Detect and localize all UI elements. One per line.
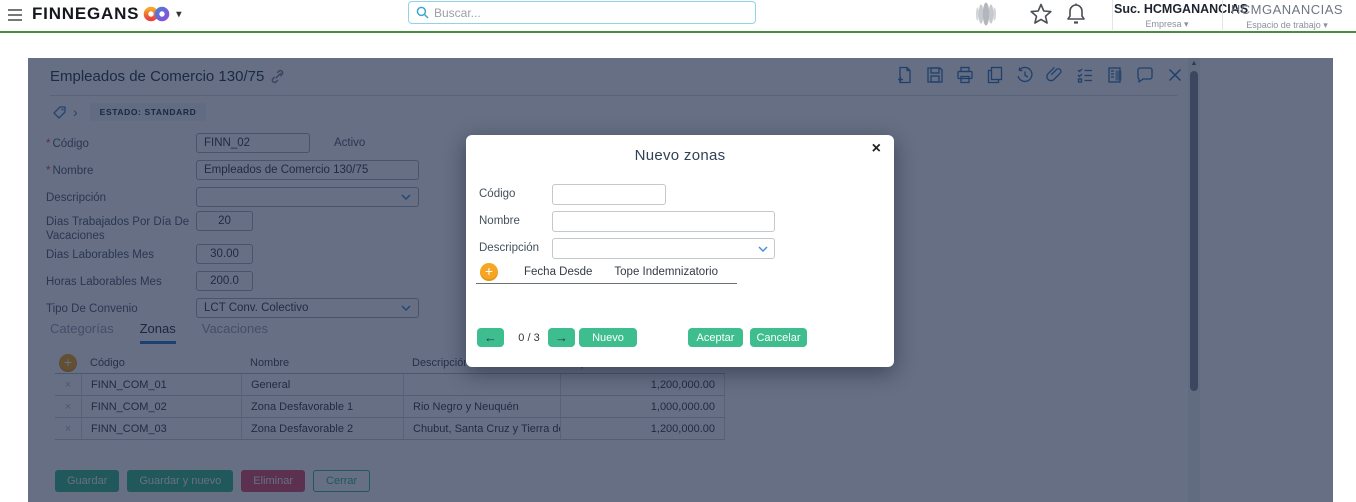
record-pager: 0 / 3 (510, 332, 548, 344)
dialog-nombre-label: Nombre (479, 211, 552, 232)
workspace-label: Espacio de trabajo (1246, 20, 1321, 30)
company-label: Empresa (1145, 19, 1181, 29)
dialog-codigo-label: Código (479, 184, 552, 205)
nuevo-zonas-dialog: Nuevo zonas × Código Nombre Descripción … (466, 135, 894, 367)
dialog-descripcion-label: Descripción (479, 238, 552, 259)
next-record-button[interactable]: → (548, 328, 575, 347)
subtable-divider (476, 283, 737, 284)
globe-icon[interactable] (973, 1, 999, 32)
star-icon[interactable] (1029, 2, 1053, 31)
dialog-close-icon[interactable]: × (872, 141, 881, 157)
dialog-descripcion-select[interactable] (552, 238, 775, 259)
dialog-accept-button[interactable]: Aceptar (688, 328, 743, 347)
header-divider (1222, 0, 1223, 30)
bell-icon[interactable] (1065, 2, 1087, 31)
header-divider (1112, 0, 1113, 30)
workspace-name: HCMGANANCIAS (1224, 2, 1350, 17)
subcol-tope: Tope Indemnizatorio (614, 266, 718, 278)
company-name: Suc. HCMGANANCIAS (1114, 2, 1220, 16)
dialog-nombre-field[interactable] (552, 211, 775, 232)
workspace-caret-icon: ▾ (1323, 20, 1328, 30)
search-icon (416, 6, 429, 19)
prev-record-button[interactable]: ← (477, 328, 504, 347)
infinity-logo-icon (143, 6, 171, 22)
global-search[interactable] (408, 1, 756, 24)
company-selector[interactable]: Suc. HCMGANANCIAS Empresa ▾ (1114, 2, 1220, 30)
dialog-footer: ← 0 / 3 → Nuevo Aceptar Cancelar (477, 328, 883, 348)
hamburger-menu-icon[interactable] (8, 9, 22, 21)
brand-caret-icon[interactable]: ▾ (176, 9, 182, 20)
brand-logo[interactable]: FINNEGANS ▾ (32, 4, 182, 24)
brand-text: FINNEGANS (32, 4, 139, 24)
dialog-title: Nuevo zonas (466, 147, 894, 164)
app-header: FINNEGANS ▾ (0, 0, 1356, 31)
dialog-cancel-button[interactable]: Cancelar (750, 328, 807, 347)
chevron-down-icon (758, 246, 768, 252)
dialog-new-button[interactable]: Nuevo (579, 328, 637, 347)
subcol-fecha-desde: Fecha Desde (524, 266, 592, 278)
dialog-codigo-field[interactable] (552, 184, 666, 205)
search-input[interactable] (434, 6, 755, 20)
dialog-subtable-header: + Fecha Desde Tope Indemnizatorio (480, 263, 718, 281)
add-fecha-button[interactable]: + (480, 263, 498, 281)
workspace-selector[interactable]: HCMGANANCIAS Espacio de trabajo ▾ (1224, 2, 1350, 31)
company-caret-icon: ▾ (1184, 19, 1189, 29)
